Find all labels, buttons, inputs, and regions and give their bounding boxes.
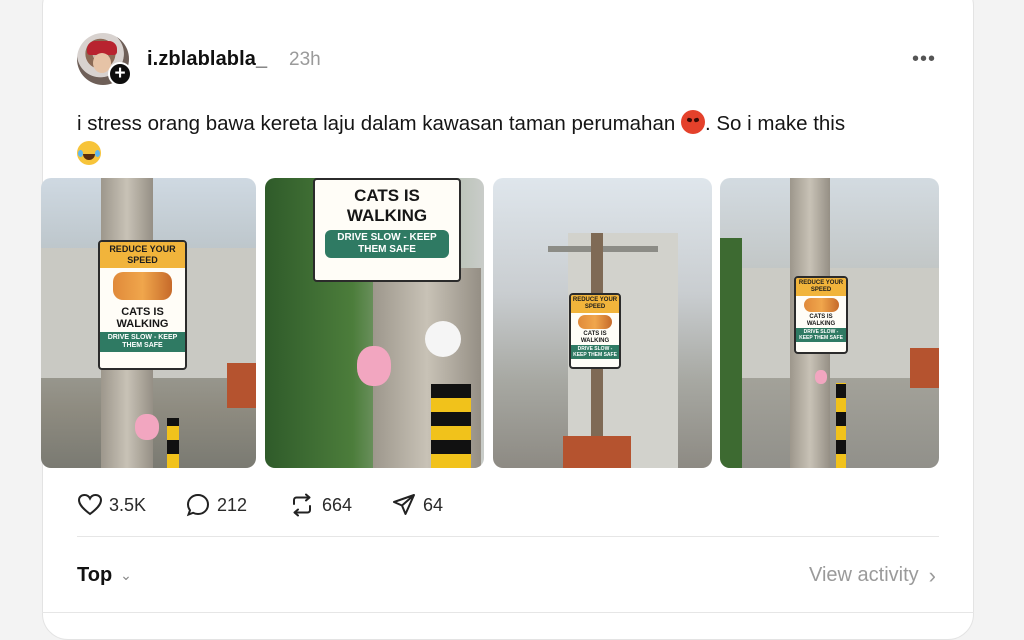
sign-top-text: REDUCE YOUR SPEED — [100, 242, 185, 268]
post-photo-1[interactable]: REDUCE YOUR SPEED CATS IS WALKING DRIVE … — [41, 178, 256, 468]
sign-bottom-text: DRIVE SLOW - KEEP THEM SAFE — [100, 332, 185, 352]
sort-label: Top — [77, 564, 113, 586]
cat-sign: REDUCE YOUR SPEED CATS IS WALKING DRIVE … — [98, 240, 187, 370]
sign-bottom-text: DRIVE SLOW - KEEP THEM SAFE — [571, 345, 619, 359]
reflector — [425, 321, 461, 357]
more-options-icon[interactable]: ••• — [912, 48, 936, 71]
cat-sign-closeup: CATS IS WALKING DRIVE SLOW - KEEP THEM S… — [313, 178, 461, 282]
post-text-after: . So i make this — [704, 112, 846, 135]
cats-illustration — [803, 298, 839, 312]
repost-count: 664 — [322, 494, 353, 515]
cats-illustration — [578, 315, 612, 329]
post-time: 23h — [289, 49, 321, 70]
sign-middle-text: CATS IS WALKING — [806, 314, 836, 327]
post-text: i stress orang bawa kereta laju dalam ka… — [77, 108, 937, 170]
laughing-emoji-icon — [77, 141, 101, 165]
divider — [77, 536, 939, 537]
username[interactable]: i.zblablabla_ — [147, 48, 267, 71]
sign-top-text: REDUCE YOUR SPEED — [796, 278, 846, 296]
chevron-marker — [431, 384, 471, 468]
chevron-down-icon: ⌄ — [120, 567, 132, 583]
post-photo-4[interactable]: REDUCE YOUR SPEED CATS IS WALKING DRIVE … — [720, 178, 939, 468]
sign-crop-top-text: CATS IS WALKING — [346, 186, 428, 225]
chevron-marker — [167, 418, 179, 468]
post-photo-3[interactable]: REDUCE YOUR SPEED CATS IS WALKING DRIVE … — [493, 178, 712, 468]
tree — [720, 238, 742, 468]
follow-plus-icon[interactable]: + — [108, 62, 132, 86]
repost-button[interactable]: 664 — [288, 491, 352, 519]
chevron-marker — [836, 383, 846, 468]
cat-keychain — [135, 414, 159, 440]
sign-middle-text: CATS IS WALKING — [116, 306, 169, 330]
cat-keychain — [815, 370, 827, 384]
view-activity-label: View activity — [809, 564, 919, 586]
bricks — [227, 363, 256, 408]
angry-emoji-icon — [680, 110, 705, 134]
chevron-right-icon: › — [928, 562, 936, 588]
sign-top-text: REDUCE YOUR SPEED — [571, 295, 619, 313]
sign-middle-text: CATS IS WALKING — [580, 331, 610, 344]
cat-sign-small: REDUCE YOUR SPEED CATS IS WALKING DRIVE … — [794, 276, 848, 354]
divider — [42, 612, 974, 613]
bricks — [910, 348, 939, 388]
heart-icon — [77, 493, 103, 516]
cat-keychain — [357, 346, 391, 386]
sort-dropdown[interactable]: Top ⌄ — [77, 564, 132, 587]
comment-count: 212 — [217, 494, 248, 515]
like-count: 3.5K — [109, 494, 147, 515]
repost-icon — [293, 493, 311, 517]
cats-illustration — [112, 272, 173, 300]
sign-bottom-text: DRIVE SLOW - KEEP THEM SAFE — [796, 328, 846, 342]
antenna-bar — [548, 246, 658, 252]
share-count: 64 — [423, 494, 444, 515]
comment-icon — [186, 493, 210, 517]
comment-button[interactable]: 212 — [185, 491, 247, 519]
view-activity-link[interactable]: View activity › — [809, 564, 936, 587]
cat-sign-small: REDUCE YOUR SPEED CATS IS WALKING DRIVE … — [569, 293, 621, 369]
like-button[interactable]: 3.5K — [77, 491, 146, 519]
share-button[interactable]: 64 — [391, 491, 443, 519]
bricks — [563, 436, 631, 468]
post-photo-2[interactable]: CATS IS WALKING DRIVE SLOW - KEEP THEM S… — [265, 178, 484, 468]
post-text-main: i stress orang bawa kereta laju dalam ka… — [77, 112, 676, 135]
send-icon — [393, 494, 415, 515]
sign-crop-bottom-text: DRIVE SLOW - KEEP THEM SAFE — [325, 230, 449, 258]
